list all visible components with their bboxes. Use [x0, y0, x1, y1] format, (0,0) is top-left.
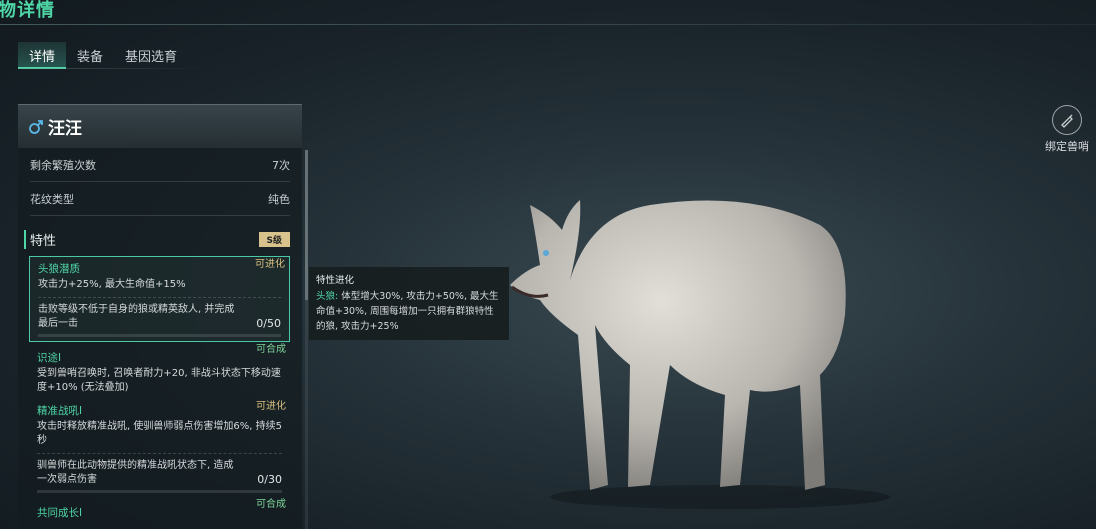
trait-desc: 攻击力+25%, 最大生命值+15%: [38, 279, 186, 290]
trait-divider: [37, 453, 282, 454]
tooltip-text: 体型增大30%, 攻击力+50%, 最大生命值+30%, 周围每增加一只拥有群狼…: [316, 291, 499, 332]
trait-name: 头狼潜质: [38, 263, 80, 275]
wolf-model: [510, 200, 890, 509]
trait-tag-evolvable: 可进化: [256, 401, 286, 412]
tab-bar: 详情 装备 基因选育: [18, 42, 188, 69]
tab-equipment[interactable]: 装备: [66, 42, 114, 69]
trait-card-pathfinding[interactable]: 识途I 可合成 受到兽哨召唤时, 召唤者耐力+20, 非战斗状态下移动速度+10…: [29, 342, 290, 399]
tabs-divider: [18, 68, 208, 69]
pet-detail-panel: 汪汪 剩余繁殖次数 7次 花纹类型 纯色 特性 S级 头狼潜质 可进化 攻击力+…: [18, 104, 302, 529]
tooltip-body: 头狼: 体型增大30%, 攻击力+50%, 最大生命值+30%, 周围每增加一只…: [316, 289, 502, 334]
trait-progress: 0/30: [257, 473, 282, 486]
title-divider: [0, 24, 1096, 25]
trait-name: 共同成长I: [37, 507, 83, 519]
trait-desc: 攻击时释放精准战吼, 使驯兽师弱点伤害增加6%, 持续5秒: [37, 421, 282, 446]
scrollbar-thumb[interactable]: [305, 150, 308, 300]
tab-details[interactable]: 详情: [18, 42, 67, 69]
trait-task-text: 击败等级不低于自身的狼或精英敌人, 并完成最后一击: [38, 304, 235, 329]
tooltip-title: 特性进化: [316, 275, 355, 286]
page-title: 物详情: [0, 0, 55, 21]
trait-progress-bar: [37, 490, 282, 493]
trait-tag-combinable: 可合成: [256, 344, 286, 355]
tooltip-key: 头狼:: [316, 291, 339, 302]
trait-card-alpha[interactable]: 头狼潜质 可进化 攻击力+25%, 最大生命值+15% 击败等级不低于自身的狼或…: [29, 256, 290, 342]
trait-tag-evolvable: 可进化: [255, 259, 285, 270]
trait-name: 识途I: [37, 352, 62, 364]
trait-task: 击败等级不低于自身的狼或精英敌人, 并完成最后一击 0/50: [38, 303, 281, 331]
panel-scrollbar[interactable]: [305, 150, 308, 529]
trait-task: 驯兽师在此动物提供的精准战吼状态下, 造成一次弱点伤害 0/30: [37, 459, 282, 487]
stat-row-pattern: 花纹类型 纯色: [30, 182, 290, 216]
grade-badge: S级: [258, 231, 290, 247]
trait-divider: [38, 297, 281, 298]
trait-card-grow-together[interactable]: 共同成长I 可合成: [29, 497, 290, 526]
stat-row-breeding: 剩余繁殖次数 7次: [30, 148, 290, 182]
trait-progress-bar: [38, 334, 281, 337]
stat-label: 花纹类型: [30, 192, 74, 206]
stat-value: 7次: [272, 158, 290, 172]
stat-label: 剩余繁殖次数: [30, 158, 96, 172]
trait-task-text: 驯兽师在此动物提供的精准战吼状态下, 造成一次弱点伤害: [37, 460, 234, 485]
trait-tag-combinable: 可合成: [256, 499, 286, 510]
trait-progress: 0/50: [256, 317, 281, 330]
trait-desc: 受到兽哨召唤时, 召唤者耐力+20, 非战斗状态下移动速度+10% (无法叠加): [37, 368, 281, 393]
whistle-icon: [1052, 105, 1082, 135]
trait-name: 精准战吼I: [37, 405, 83, 417]
bind-whistle-label: 绑定兽哨: [1045, 140, 1089, 153]
stat-value: 纯色: [268, 192, 290, 206]
trait-evolution-tooltip: 特性进化 头狼: 体型增大30%, 攻击力+50%, 最大生命值+30%, 周围…: [309, 267, 509, 340]
trait-card-war-cry[interactable]: 精准战吼I 可进化 攻击时释放精准战吼, 使驯兽师弱点伤害增加6%, 持续5秒 …: [29, 399, 290, 497]
traits-title: 特性: [24, 229, 56, 249]
bind-whistle-button[interactable]: 绑定兽哨: [1042, 105, 1092, 154]
male-icon: [29, 119, 43, 134]
tab-gene-breeding[interactable]: 基因选育: [114, 42, 188, 69]
pet-name: 汪汪: [48, 119, 82, 139]
pet-header: 汪汪: [18, 104, 302, 148]
traits-header: 特性 S级: [24, 229, 290, 249]
